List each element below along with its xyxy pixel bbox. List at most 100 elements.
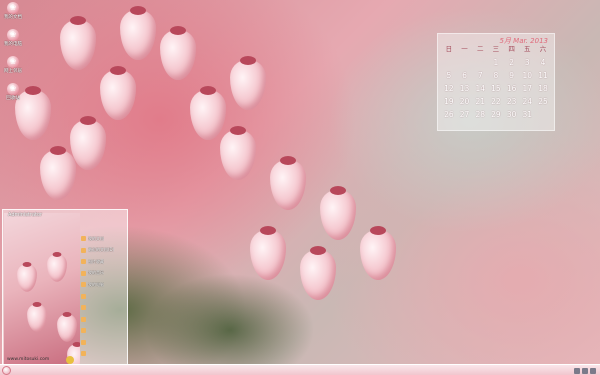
start-menu-item[interactable]: 我的文档 (81, 233, 125, 245)
start-menu-item-label: 我的音乐 (88, 270, 104, 276)
calendar-day[interactable] (472, 58, 488, 71)
calendar-day[interactable]: 18 (535, 84, 551, 97)
desktop-icon-my-computer[interactable]: ❀ 我的电脑 (2, 29, 24, 56)
calendar-day[interactable]: 16 (504, 84, 520, 97)
flower-bud (250, 226, 286, 280)
calendar-day[interactable]: 13 (457, 84, 473, 97)
calendar-day[interactable]: 15 (488, 84, 504, 97)
calendar-day[interactable]: 27 (457, 110, 473, 123)
calendar-weekday-header: 四 (508, 45, 515, 53)
flower-bud (320, 186, 356, 240)
start-menu-item[interactable]: 最近的文档(D) (81, 245, 125, 257)
calendar-day[interactable]: 3 (519, 58, 535, 71)
start-menu-item[interactable]: 我的音乐 (81, 268, 125, 280)
start-menu-item[interactable]: 我的电脑 (81, 279, 125, 291)
start-menu-url: www.mitosuki.com (7, 357, 50, 362)
desktop-icon-label: 我的电脑 (4, 42, 22, 47)
calendar-widget[interactable]: 5月 Mar. 2013 日一二三四五六 1 2 3 4 5 6 7 8 9 10 11 12 13 14 1… (437, 33, 555, 131)
calendar-day[interactable]: 20 (457, 97, 473, 110)
start-menu-items: 我的文档最近的文档(D) 图片收藏我的音乐我的电脑 (81, 233, 125, 360)
flower-bud (47, 252, 67, 282)
desktop-icon-column: ❀ 我的文档 ❀ 我的电脑 ❀ 网上邻居 ❀ 回收站 (2, 2, 24, 110)
start-menu-item[interactable] (81, 302, 125, 314)
start-menu-photo (4, 213, 80, 365)
start-button[interactable] (2, 366, 11, 375)
folder-icon (81, 282, 86, 288)
flower-bud (190, 86, 226, 140)
volume-icon[interactable] (582, 367, 588, 374)
start-menu-item[interactable] (81, 314, 125, 326)
calendar-day[interactable]: 21 (472, 97, 488, 110)
flower-bud (60, 16, 96, 70)
calendar-weekday-header: 五 (524, 45, 531, 53)
calendar-day[interactable]: 26 (441, 110, 457, 123)
flower-icon: ❀ (7, 56, 19, 68)
flower-bud (17, 262, 37, 292)
flower-bud (160, 26, 196, 80)
calendar-day[interactable]: 11 (535, 71, 551, 84)
folder-icon (81, 305, 86, 311)
calendar-day[interactable]: 28 (472, 110, 488, 123)
flower-bud (120, 6, 156, 60)
start-menu[interactable]: Administrator 我的文档最近的文档(D) 图片收藏我的音乐我的电脑 w… (2, 209, 128, 367)
calendar-day[interactable]: 29 (488, 110, 504, 123)
calendar-day[interactable]: 10 (519, 71, 535, 84)
desktop-wallpaper: ❀ 我的文档 ❀ 我的电脑 ❀ 网上邻居 ❀ 回收站 5月 Mar. 2013 … (0, 0, 600, 375)
calendar-day[interactable]: 22 (488, 97, 504, 110)
start-menu-item-label: 最近的文档(D) (88, 247, 115, 253)
folder-icon (81, 316, 86, 322)
start-menu-item[interactable] (81, 291, 125, 303)
start-menu-item-label: 我的电脑 (88, 281, 104, 287)
calendar-day[interactable]: 30 (504, 110, 520, 123)
desktop-icon-my-documents[interactable]: ❀ 我的文档 (2, 2, 24, 29)
calendar-day[interactable]: 19 (441, 97, 457, 110)
flower-bud (27, 302, 47, 332)
folder-icon (81, 293, 86, 299)
system-tray (574, 365, 596, 375)
calendar-day[interactable]: 2 (504, 58, 520, 71)
calendar-day[interactable] (441, 58, 457, 71)
calendar-day[interactable]: 5 (441, 71, 457, 84)
power-button[interactable] (66, 356, 74, 364)
flower-bud (300, 246, 336, 300)
calendar-day[interactable]: 25 (535, 97, 551, 110)
calendar-day[interactable]: 24 (519, 97, 535, 110)
calendar-day[interactable]: 17 (519, 84, 535, 97)
start-menu-item[interactable] (81, 337, 125, 349)
start-menu-username: Administrator (8, 212, 43, 218)
calendar-weekday-header: 日 (445, 45, 453, 53)
folder-icon (81, 270, 86, 276)
desktop-icon-label: 我的文档 (4, 15, 22, 20)
taskbar (0, 364, 600, 375)
calendar-day[interactable]: 9 (504, 71, 520, 84)
calendar-day[interactable]: 6 (457, 71, 473, 84)
flower-bud (230, 56, 266, 110)
calendar-day[interactable] (535, 110, 551, 123)
calendar-weekday-header: 一 (461, 45, 468, 53)
flower-icon: ❀ (7, 2, 19, 14)
calendar-day[interactable]: 7 (472, 71, 488, 84)
calendar-day[interactable]: 4 (535, 58, 551, 71)
flower-bud (57, 312, 77, 342)
calendar-day[interactable]: 8 (488, 71, 504, 84)
input-method-icon[interactable] (590, 367, 596, 374)
calendar-day[interactable]: 12 (441, 84, 457, 97)
calendar-day[interactable]: 14 (472, 84, 488, 97)
flower-bud (360, 226, 396, 280)
calendar-day[interactable] (457, 58, 473, 71)
calendar-day[interactable]: 31 (519, 110, 535, 123)
flower-bud (270, 156, 306, 210)
calendar-day[interactable]: 23 (504, 97, 520, 110)
folder-icon (81, 328, 86, 334)
calendar-day[interactable]: 1 (488, 58, 504, 71)
calendar-weekday-header: 六 (539, 45, 547, 53)
start-menu-item[interactable] (81, 325, 125, 337)
network-icon[interactable] (574, 367, 580, 374)
desktop-icon-label: 网上邻居 (4, 69, 22, 74)
flower-bud (100, 66, 136, 120)
desktop-icon-network[interactable]: ❀ 网上邻居 (2, 56, 24, 83)
start-menu-item[interactable]: 图片收藏 (81, 256, 125, 268)
desktop-icon-recycle-bin[interactable]: ❀ 回收站 (2, 83, 24, 110)
folder-icon (81, 236, 86, 242)
flower-bud (220, 126, 256, 180)
